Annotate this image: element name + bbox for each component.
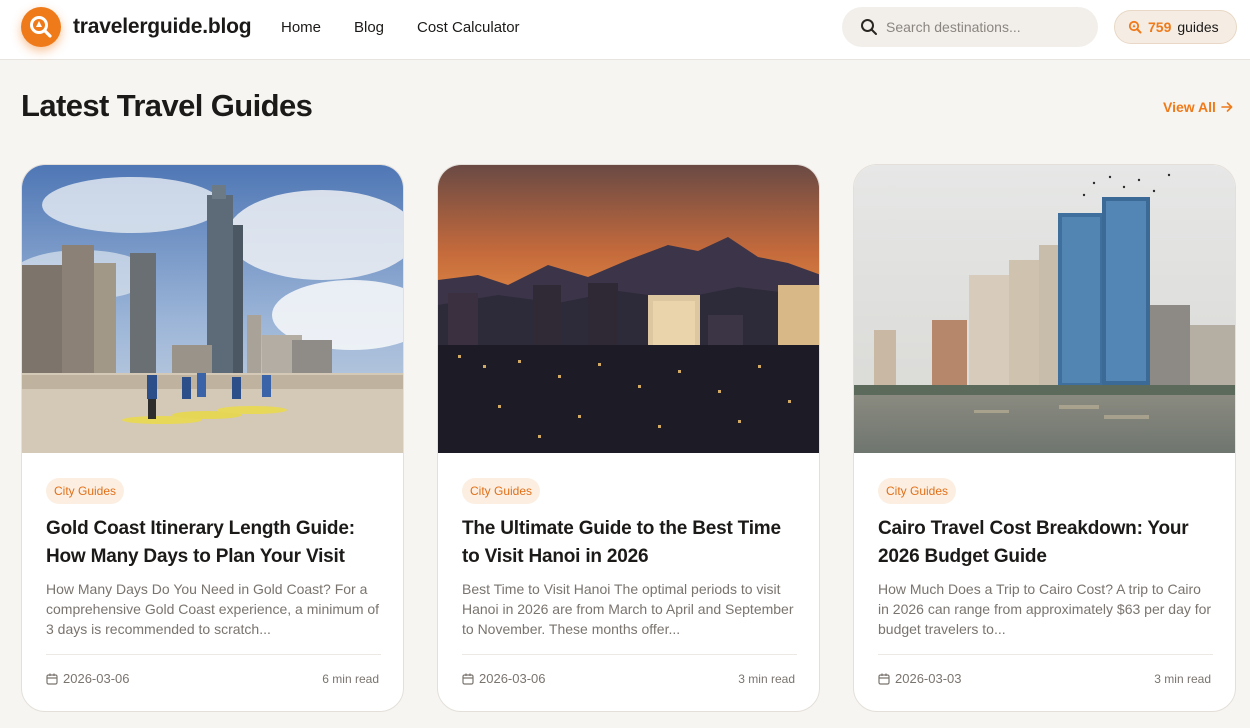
read-time: 3 min read [738,672,795,686]
nav-blog-link[interactable]: Blog [354,19,384,36]
card-title[interactable]: Cairo Travel Cost Breakdown: Your 2026 B… [878,515,1218,571]
card-date: 2026-03-06 [462,671,546,686]
read-time: 6 min read [322,672,379,686]
view-all-label: View All [1163,99,1216,115]
calendar-icon [46,673,58,685]
category-tag[interactable]: City Guides [462,478,541,504]
read-time: 3 min read [1154,672,1211,686]
card-title[interactable]: The Ultimate Guide to the Best Time to V… [462,515,802,571]
calendar-icon [878,673,890,685]
card-excerpt: Best Time to Visit Hanoi The optimal per… [462,581,794,637]
logo-small-icon [1128,20,1142,34]
top-navbar: travelerguide.blog Home Blog Cost Calcul… [0,0,1250,60]
guides-count: 759 [1148,19,1172,35]
section-title: Latest Travel Guides [21,88,313,123]
logo-icon[interactable] [21,7,61,47]
category-tag[interactable]: City Guides [878,478,957,504]
date-text: 2026-03-06 [63,671,130,686]
gold-coast-beach-image[interactable] [22,165,403,453]
guides-count-badge: 759 guides [1114,10,1237,44]
card-date: 2026-03-03 [878,671,962,686]
card-divider [462,654,797,655]
site-name[interactable]: travelerguide.blog [73,15,252,39]
arrow-right-icon [1221,102,1233,112]
guides-label: guides [1177,19,1219,35]
card-divider [46,654,381,655]
guide-card[interactable]: City Guides Cairo Travel Cost Breakdown:… [853,164,1236,712]
date-text: 2026-03-06 [479,671,546,686]
card-excerpt: How Many Days Do You Need in Gold Coast?… [46,581,380,637]
card-title[interactable]: Gold Coast Itinerary Length Guide: How M… [46,515,386,571]
category-tag[interactable]: City Guides [46,478,125,504]
card-divider [878,654,1213,655]
card-date: 2026-03-06 [46,671,130,686]
guide-card[interactable]: City Guides The Ultimate Guide to the Be… [437,164,820,712]
view-all-link[interactable]: View All [1163,99,1233,115]
hanoi-city-image[interactable] [438,165,819,453]
search-box[interactable] [842,7,1098,47]
nav-cost-calculator-link[interactable]: Cost Calculator [417,19,520,36]
search-input[interactable] [886,16,1086,38]
search-icon [861,19,877,35]
guide-card[interactable]: City Guides Gold Coast Itinerary Length … [21,164,404,712]
cairo-nile-image[interactable] [854,165,1235,453]
date-text: 2026-03-03 [895,671,962,686]
card-excerpt: How Much Does a Trip to Cairo Cost? A tr… [878,581,1212,637]
nav-home-link[interactable]: Home [281,19,321,36]
calendar-icon [462,673,474,685]
